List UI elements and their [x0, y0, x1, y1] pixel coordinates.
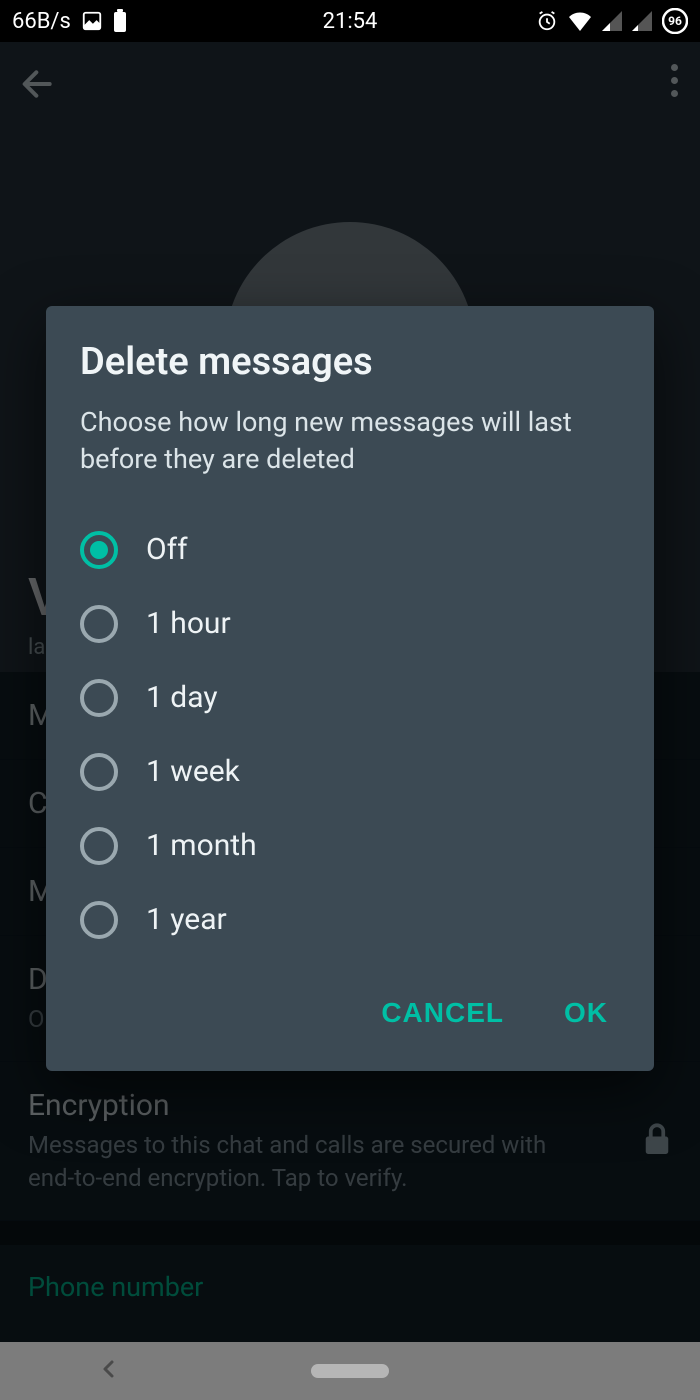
radio-icon [80, 827, 118, 865]
option-1-year[interactable]: 1 year [80, 883, 620, 957]
status-time: 21:54 [0, 9, 700, 34]
ok-button[interactable]: OK [556, 987, 616, 1039]
radio-icon [80, 531, 118, 569]
nav-home-pill[interactable] [311, 1364, 389, 1378]
android-nav-bar [0, 1342, 700, 1400]
option-label: Off [146, 532, 188, 567]
option-1-week[interactable]: 1 week [80, 735, 620, 809]
dialog-subtitle: Choose how long new messages will last b… [80, 404, 620, 479]
radio-icon [80, 753, 118, 791]
option-1-day[interactable]: 1 day [80, 661, 620, 735]
battery-pct: 96 [662, 8, 688, 34]
delete-messages-dialog: Delete messages Choose how long new mess… [46, 306, 654, 1071]
option-label: 1 year [146, 902, 227, 937]
option-1-month[interactable]: 1 month [80, 809, 620, 883]
option-label: 1 hour [146, 606, 231, 641]
radio-icon [80, 605, 118, 643]
option-off[interactable]: Off [80, 513, 620, 587]
radio-icon [80, 679, 118, 717]
cancel-button[interactable]: CANCEL [373, 987, 512, 1039]
option-1-hour[interactable]: 1 hour [80, 587, 620, 661]
dialog-title: Delete messages [80, 340, 620, 384]
option-label: 1 week [146, 754, 240, 789]
battery-circle-icon: 96 [662, 8, 688, 34]
nav-back-icon[interactable] [97, 1357, 121, 1385]
status-bar: 66B/s 21:54 96 [0, 0, 700, 42]
dialog-actions: CANCEL OK [80, 957, 620, 1057]
dialog-options: Off 1 hour 1 day 1 week 1 month 1 year [80, 513, 620, 957]
option-label: 1 month [146, 828, 257, 863]
radio-icon [80, 901, 118, 939]
option-label: 1 day [146, 680, 218, 715]
